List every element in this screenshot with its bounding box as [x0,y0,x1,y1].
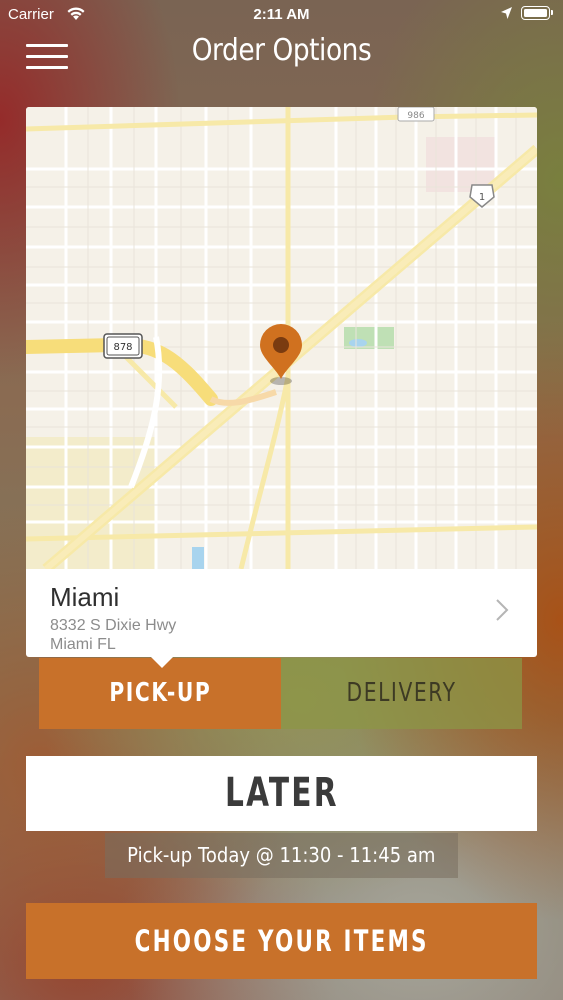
store-map[interactable]: 878 1 986 [26,107,537,569]
store-address-line1: 8332 S Dixie Hwy [50,617,177,634]
location-arrow-icon [501,7,512,19]
choose-items-label: CHOOSE YOUR ITEMS [134,924,429,958]
tab-delivery-label: DELIVERY [346,678,457,708]
svg-text:1: 1 [479,192,485,203]
tab-delivery[interactable]: DELIVERY [281,658,522,729]
route-shield-986: 986 [397,107,435,122]
store-info-row[interactable]: Miami 8332 S Dixie Hwy Miami FL [26,569,537,657]
store-name: Miami [50,582,120,612]
pickup-time-info: Pick-up Today @ 11:30 - 11:45 am [105,833,458,878]
pickup-time-text: Pick-up Today @ 11:30 - 11:45 am [127,843,436,867]
selected-tab-indicator [151,657,173,668]
store-address-line2: Miami FL [50,636,116,653]
status-bar: Carrier 2:11 AM [0,0,563,30]
order-type-tabs: PICK-UP DELIVERY [39,658,522,729]
svg-text:986: 986 [407,111,424,121]
later-button-label: LATER [224,770,339,816]
clock-time: 2:11 AM [253,6,310,23]
route-shield-878: 878 [103,333,143,359]
store-card: 878 1 986 Miami 8332 S Dixie Hwy Miami F… [26,107,537,657]
battery-icon [521,6,553,20]
svg-text:878: 878 [113,342,132,353]
chevron-right-icon [496,599,509,621]
tab-pickup-label: PICK-UP [109,678,211,708]
page-title: Order Options [191,33,372,68]
tab-pickup[interactable]: PICK-UP [39,658,281,729]
later-button[interactable]: LATER [26,756,537,831]
choose-items-button[interactable]: CHOOSE YOUR ITEMS [26,903,537,979]
